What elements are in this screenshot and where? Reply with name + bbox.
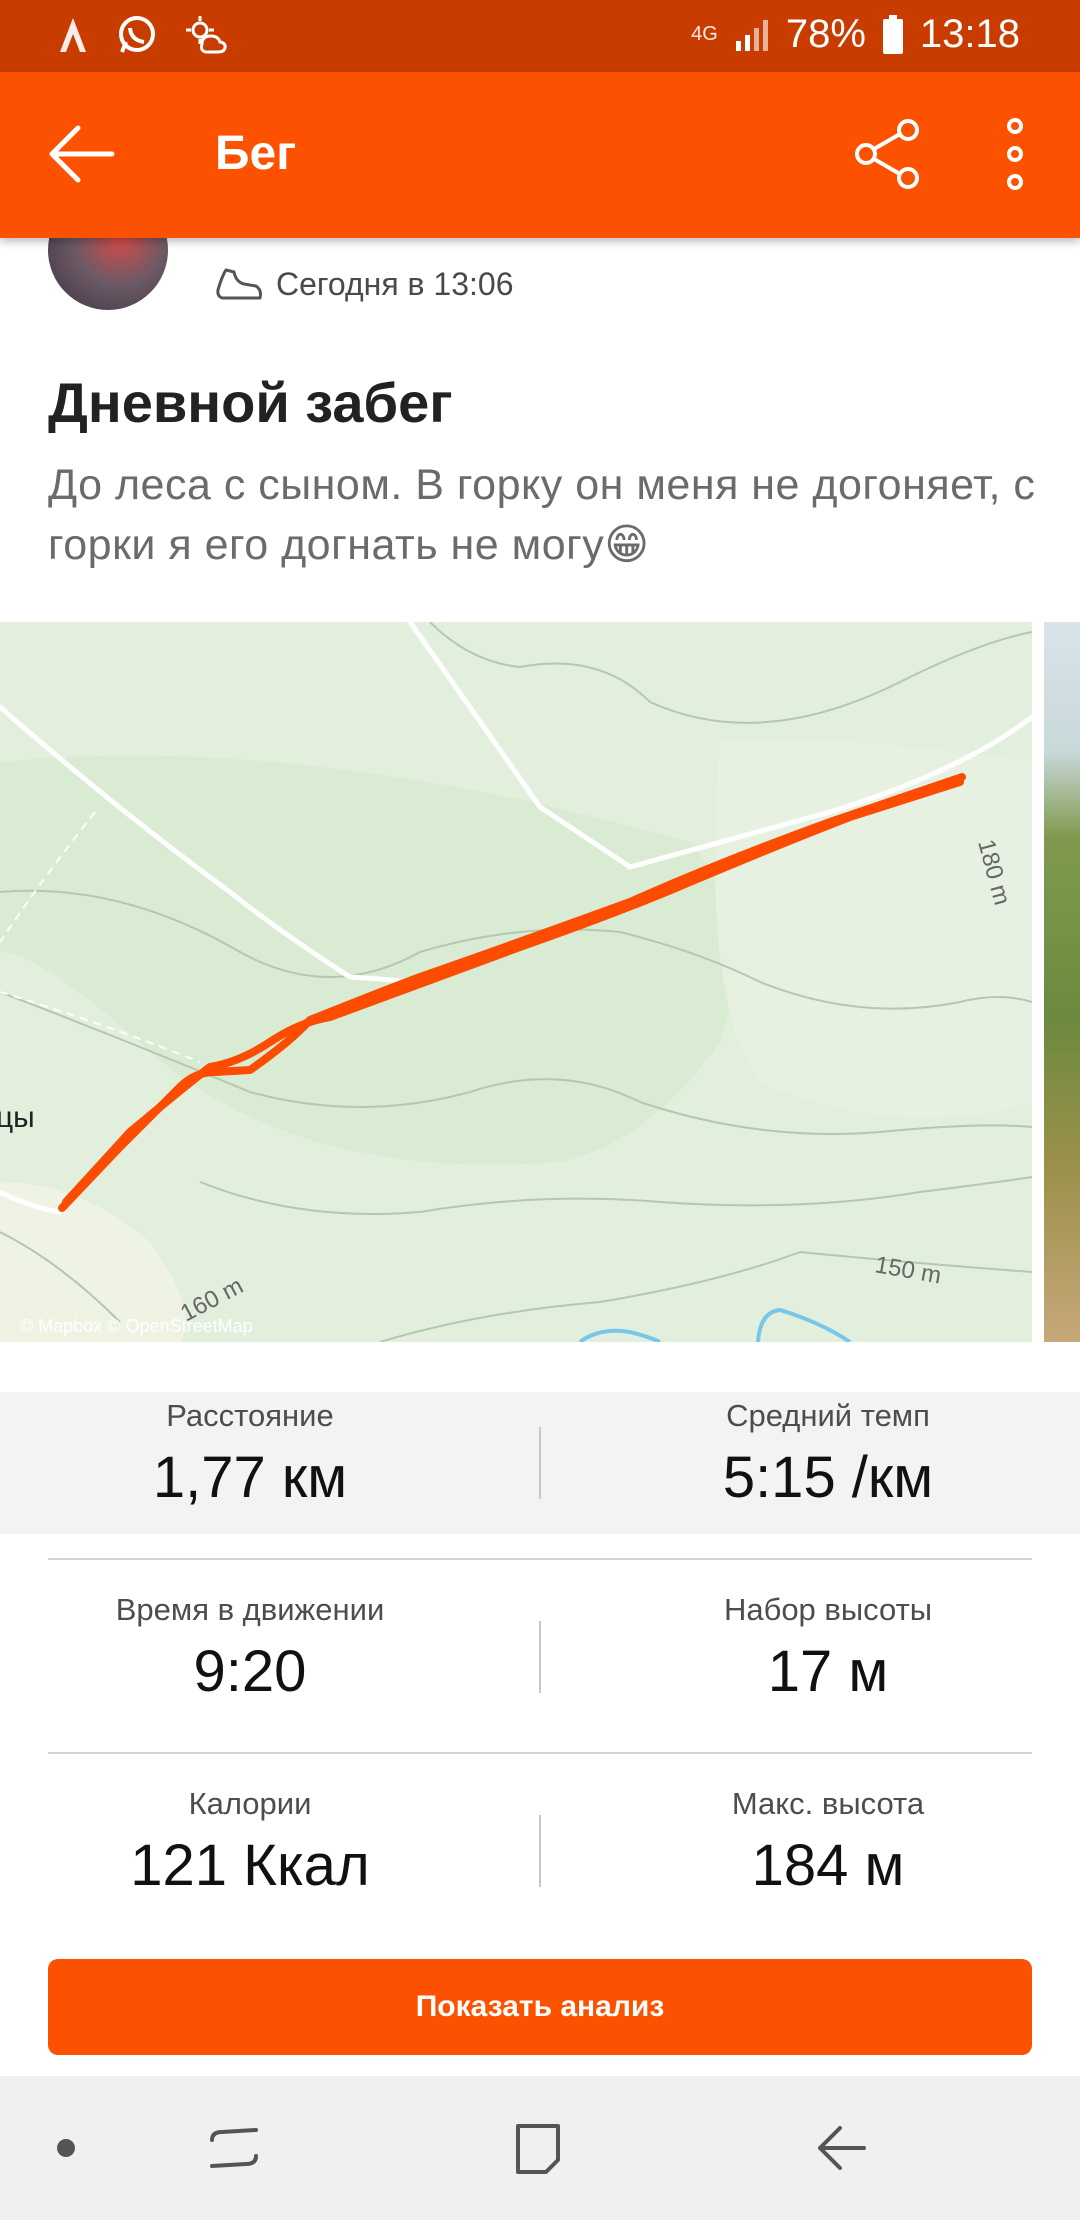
stat-divider bbox=[539, 1427, 541, 1499]
more-options-button[interactable] bbox=[990, 116, 1040, 192]
stat-divider bbox=[539, 1621, 541, 1693]
clock: 13:18 bbox=[919, 12, 1020, 56]
back-button[interactable] bbox=[46, 122, 118, 186]
map-canvas: 180 m 150 m 160 m цы © Mapbox © OpenStre… bbox=[0, 622, 1032, 1342]
stat-value: 121 Ккал bbox=[130, 1833, 370, 1898]
map-attribution: © Mapbox © OpenStreetMap bbox=[20, 1316, 253, 1336]
activity-description: До леса с сыном. В горку он меня не дого… bbox=[48, 461, 1036, 569]
place-label: цы bbox=[0, 1101, 35, 1134]
signal-icon bbox=[734, 17, 770, 53]
app-bar: Бег bbox=[0, 72, 1080, 238]
stat-label: Расстояние bbox=[166, 1398, 334, 1433]
stat-moving-time: Время в движении 9:20 bbox=[0, 1592, 500, 1705]
stat-value: 1,77 км bbox=[152, 1445, 348, 1510]
share-icon bbox=[855, 119, 919, 189]
share-button[interactable] bbox=[850, 116, 926, 192]
shoe-icon bbox=[216, 268, 262, 300]
whatsapp-icon bbox=[116, 14, 158, 56]
stat-value: 9:20 bbox=[193, 1639, 307, 1704]
more-vertical-icon bbox=[1007, 118, 1023, 190]
system-nav-bar bbox=[0, 2076, 1080, 2220]
stat-value: 184 м bbox=[751, 1833, 905, 1898]
back-nav-icon[interactable] bbox=[814, 2122, 868, 2179]
stat-label: Средний темп bbox=[726, 1398, 930, 1433]
stat-max-elevation: Макс. высота 184 м bbox=[578, 1786, 1078, 1899]
weather-icon bbox=[184, 14, 228, 56]
home-icon[interactable] bbox=[512, 2120, 564, 2181]
activity-photo-preview[interactable] bbox=[1044, 622, 1080, 1342]
activity-meta: Сегодня в 13:06 bbox=[214, 264, 514, 304]
strava-notification-icon bbox=[56, 14, 90, 56]
stat-divider bbox=[539, 1815, 541, 1887]
stat-label: Набор высоты bbox=[723, 1592, 933, 1627]
battery-percent: 78% bbox=[785, 12, 866, 56]
row-divider bbox=[48, 1752, 1032, 1754]
recent-apps-icon[interactable] bbox=[208, 2122, 260, 2179]
stat-value: 17 м bbox=[767, 1639, 889, 1704]
show-analysis-button[interactable]: Показать анализ bbox=[48, 1959, 1032, 2055]
stat-elevation-gain: Набор высоты 17 м bbox=[578, 1592, 1078, 1705]
status-bar: 4G 78% 13:18 bbox=[0, 0, 1080, 72]
battery-icon bbox=[882, 14, 904, 55]
stat-label: Время в движении bbox=[115, 1592, 385, 1627]
stat-average-pace: Средний темп 5:15 /км bbox=[578, 1398, 1078, 1511]
stat-label: Макс. высота bbox=[731, 1786, 925, 1821]
route-map[interactable]: 180 m 150 m 160 m цы © Mapbox © OpenStre… bbox=[0, 622, 1032, 1342]
page-title: Бег bbox=[215, 127, 297, 180]
arrow-left-icon bbox=[49, 125, 115, 183]
stat-calories: Калории 121 Ккал bbox=[0, 1786, 500, 1899]
stat-label: Калории bbox=[188, 1786, 312, 1821]
row-divider bbox=[48, 1558, 1032, 1560]
activity-title: Дневной забег bbox=[48, 371, 453, 434]
stat-value: 5:15 /км bbox=[722, 1445, 934, 1510]
network-type: 4G bbox=[691, 23, 718, 45]
nav-dot-icon[interactable] bbox=[56, 2138, 76, 2163]
activity-time: Сегодня в 13:06 bbox=[276, 265, 514, 302]
stat-distance: Расстояние 1,77 км bbox=[0, 1398, 500, 1511]
